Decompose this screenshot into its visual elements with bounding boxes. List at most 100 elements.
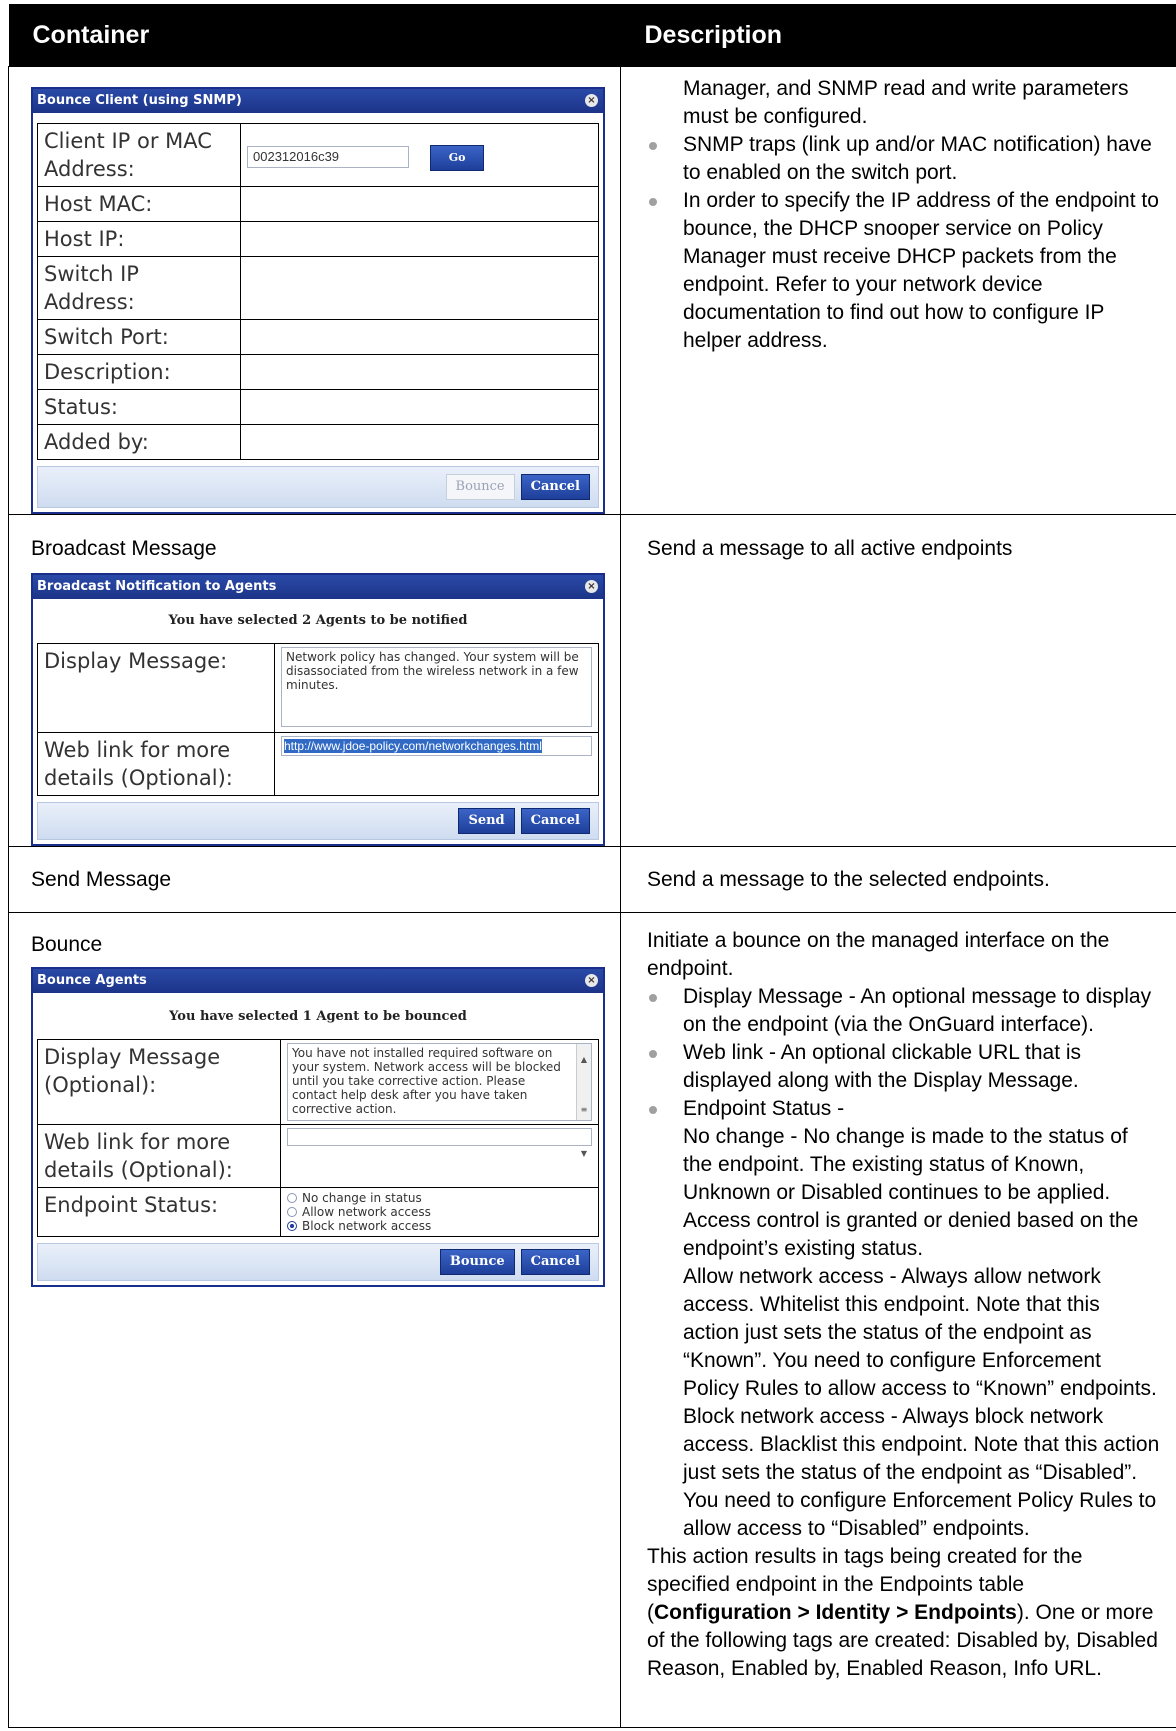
header-container: Container [8, 4, 621, 67]
form-row: Web link for more details (Optional): ht… [37, 732, 599, 796]
field-value-cell [240, 424, 599, 460]
field-value-cell: Network policy has changed. Your system … [274, 643, 599, 733]
endpoints-menu-path: Configuration > Identity > Endpoints [654, 1601, 1017, 1624]
field-value-cell [240, 319, 599, 355]
radio-icon[interactable] [287, 1193, 297, 1203]
field-value-cell [240, 256, 599, 320]
dialog-body: You have selected 1 Agent to be bounced … [33, 993, 603, 1241]
dialog-titlebar: Broadcast Notification to Agents × [33, 575, 603, 599]
field-value-cell: No change in status Allow network access… [280, 1187, 599, 1237]
field-value-cell [240, 221, 599, 257]
scroll-down-icon[interactable]: ▼ [577, 1140, 591, 1168]
container-title: Broadcast Message [31, 537, 217, 560]
field-label: Switch Port: [37, 319, 241, 355]
radio-icon[interactable] [287, 1207, 297, 1217]
field-label: Display Message: [37, 643, 275, 733]
field-label: Status: [37, 389, 241, 425]
display-message-box: You have not installed required software… [287, 1043, 592, 1158]
field-value-cell: You have not installed required software… [280, 1039, 599, 1158]
go-button[interactable]: Go [429, 144, 485, 171]
cancel-button[interactable]: Cancel [520, 474, 590, 500]
field-label: Description: [37, 354, 241, 390]
description-list: Display Message - An optional message to… [647, 983, 1160, 1123]
form-row: Host MAC: [37, 186, 599, 222]
cancel-button[interactable]: Cancel [520, 808, 590, 834]
dialog-title: Bounce Client (using SNMP) [37, 93, 242, 108]
radio-checked-icon[interactable] [287, 1221, 297, 1231]
field-value-cell [280, 1124, 599, 1188]
dialog-title: Bounce Agents [37, 973, 147, 988]
status-detail: Block network access - Always block netw… [683, 1405, 1160, 1540]
broadcast-dialog: Broadcast Notification to Agents × You h… [31, 573, 605, 846]
field-label: Endpoint Status: [37, 1187, 281, 1237]
field-label: Client IP or MAC Address: [37, 123, 241, 187]
radio-block-access[interactable]: Block network access [287, 1219, 592, 1233]
selection-notice: You have selected 2 Agents to be notifie… [168, 613, 468, 628]
dialog-footer: Bounce Cancel [37, 1243, 599, 1281]
radio-no-change[interactable]: No change in status [287, 1191, 592, 1205]
display-message-textarea[interactable]: You have not installed required software… [287, 1043, 592, 1121]
display-message-textarea[interactable]: Network policy has changed. Your system … [281, 647, 592, 727]
bounce-agents-form: Display Message (Optional): You have not… [37, 1039, 599, 1237]
field-label: Web link for more details (Optional): [37, 732, 275, 796]
dialog-titlebar: Bounce Agents × [33, 969, 603, 993]
field-label: Host MAC: [37, 186, 241, 222]
radio-allow-access[interactable]: Allow network access [287, 1205, 592, 1219]
field-value-cell [240, 354, 599, 390]
list-item: Endpoint Status - [647, 1095, 1160, 1123]
status-detail: Allow network access - Always allow netw… [683, 1265, 1157, 1400]
bounce-button[interactable]: Bounce [445, 474, 515, 500]
table-row: Broadcast Message Broadcast Notification… [8, 514, 1176, 847]
broadcast-form: Display Message: Network policy has chan… [37, 643, 599, 796]
selection-notice: You have selected 1 Agent to be bounced [169, 1009, 467, 1024]
client-address-input[interactable]: 002312016c39 [247, 145, 409, 168]
close-icon[interactable]: × [585, 94, 598, 107]
container-cell: Bounce Client (using SNMP) × Client IP o… [8, 66, 621, 515]
table-row: Bounce Client (using SNMP) × Client IP o… [8, 66, 1176, 515]
container-cell: Bounce Bounce Agents × You have selected… [8, 912, 621, 1728]
description-cell: Initiate a bounce on the managed interfa… [620, 912, 1176, 1728]
form-row: Switch Port: [37, 319, 599, 355]
bounce-client-dialog: Bounce Client (using SNMP) × Client IP o… [31, 87, 605, 514]
dialog-title: Broadcast Notification to Agents [37, 579, 277, 594]
container-title: Bounce [31, 933, 103, 956]
status-detail: No change - No change is made to the sta… [683, 1125, 1139, 1260]
form-row: Status: [37, 389, 599, 425]
form-row: Web link for more details (Optional): [37, 1124, 599, 1188]
list-item: Display Message - An optional message to… [647, 983, 1160, 1039]
dialog-body: You have selected 2 Agents to be notifie… [33, 599, 603, 800]
bounce-agents-dialog: Bounce Agents × You have selected 1 Agen… [31, 967, 605, 1287]
description-text: Initiate a bounce on the managed interfa… [647, 929, 1110, 980]
table-header-row: Container Description [8, 4, 1176, 67]
dialog-footer: Bounce Cancel [37, 466, 599, 508]
form-row: Host IP: [37, 221, 599, 257]
close-icon[interactable]: × [585, 974, 598, 987]
send-button[interactable]: Send [458, 808, 515, 834]
scrollbar[interactable]: ▲ ≡ ▼ [576, 1044, 591, 1158]
description-text: Manager, and SNMP read and write paramet… [683, 77, 1129, 128]
scroll-up-icon[interactable]: ▲ [577, 1046, 591, 1074]
field-label: Switch IP Address: [37, 256, 241, 320]
form-row: Display Message (Optional): You have not… [37, 1039, 599, 1158]
cancel-button[interactable]: Cancel [520, 1249, 590, 1275]
table-row: Bounce Bounce Agents × You have selected… [8, 912, 1176, 1728]
description-list: SNMP traps (link up and/or MAC notificat… [647, 131, 1160, 355]
description-text: Send a message to all active endpoints [647, 537, 1013, 560]
web-link-input[interactable]: http://www.jdoe-policy.com/networkchange… [281, 736, 592, 756]
description-content: Manager, and SNMP read and write paramet… [647, 75, 1160, 355]
close-icon[interactable]: × [585, 580, 598, 593]
description-text: Send a message to the selected endpoints… [647, 867, 1050, 891]
field-value-cell [240, 186, 599, 222]
bounce-button[interactable]: Bounce [439, 1249, 515, 1275]
bounce-client-form: Client IP or MAC Address: 002312016c39 G… [37, 123, 599, 460]
table-row: Send Message Send a message to the selec… [8, 846, 1176, 913]
form-row: Endpoint Status: No change in status All… [37, 1187, 599, 1237]
form-row: Client IP or MAC Address: 002312016c39 G… [37, 123, 599, 187]
container-cell: Send Message [8, 846, 621, 913]
list-item: Web link - An optional clickable URL tha… [647, 1039, 1160, 1095]
field-label: Web link for more details (Optional): [37, 1124, 281, 1188]
field-value-cell: 002312016c39 Go [240, 123, 599, 187]
container-cell: Broadcast Message Broadcast Notification… [8, 514, 621, 847]
web-link-input[interactable] [287, 1128, 592, 1146]
field-value-cell [240, 389, 599, 425]
